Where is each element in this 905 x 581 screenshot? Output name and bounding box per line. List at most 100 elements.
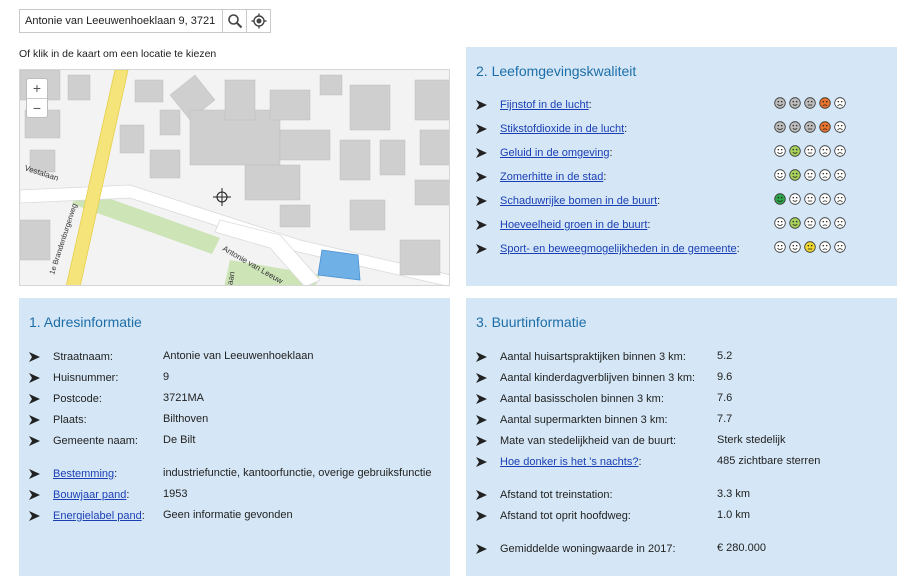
adres-row: Gemeente naam: De Bilt: [29, 434, 449, 448]
map-view[interactable]: Vestalaan 1e Brandenburgerweg Antonie va…: [19, 69, 450, 286]
buurt-value: 3.3 km: [717, 488, 751, 500]
adres-value: industriefunctie, kantoorfunctie, overig…: [163, 467, 432, 479]
adres-row: Bestemming: industriefunctie, kantoorfunc…: [29, 467, 449, 481]
buurt-label: Mate van stedelijkheid van de buurt:: [500, 435, 677, 447]
quality-rating: [774, 145, 846, 157]
leefomgeving-item: Stikstofdioxide in de lucht:: [476, 121, 887, 136]
adres-link[interactable]: Energielabel pand: [53, 510, 142, 522]
arrow-bullet-icon: [476, 394, 487, 404]
adres-value: 9: [163, 371, 170, 383]
adres-row: Postcode: 3721MA: [29, 392, 449, 406]
leefomgeving-link[interactable]: Zomerhitte in de stad: [500, 171, 603, 183]
buurt-label: Gemiddelde woningwaarde in 2017:: [500, 543, 676, 555]
arrow-bullet-icon: [476, 244, 487, 254]
smiley-0-icon: [774, 121, 786, 133]
smiley-0-icon: [774, 217, 786, 229]
smiley-1-icon: [789, 145, 801, 157]
leefomgeving-link[interactable]: Geluid in de omgeving: [500, 147, 609, 159]
quality-rating: [774, 121, 846, 133]
leefomgeving-link[interactable]: Schaduwrijke bomen in de buurt: [500, 195, 657, 207]
adres-label: Huisnummer:: [53, 372, 119, 384]
leefomgeving-link[interactable]: Hoeveelheid groen in de buurt: [500, 219, 647, 231]
adres-value: Antonie van Leeuwenhoeklaan: [163, 350, 314, 362]
smiley-4-icon: [834, 97, 846, 109]
buurt-value: 1.0 km: [717, 509, 751, 521]
buurt-value: 5.2: [717, 350, 733, 362]
adresinformatie-panel: 1. Adresinformatie Straatnaam: Antonie va…: [19, 298, 450, 576]
map-zoom-control: + −: [26, 78, 48, 118]
smiley-4-icon: [834, 241, 846, 253]
arrow-bullet-icon: [29, 373, 40, 383]
search-button[interactable]: [222, 10, 246, 32]
smiley-2-icon: [804, 241, 816, 253]
buurt-label: Aantal huisartspraktijken binnen 3 km:: [500, 351, 686, 363]
adres-value: Bilthoven: [163, 413, 209, 425]
smiley-2-icon: [804, 145, 816, 157]
arrow-bullet-icon: [476, 511, 487, 521]
quality-rating: [774, 217, 846, 229]
smiley-2-icon: [804, 217, 816, 229]
arrow-bullet-icon: [29, 469, 40, 479]
locate-button[interactable]: [246, 10, 270, 32]
arrow-bullet-icon: [476, 352, 487, 362]
smiley-1-icon: [789, 217, 801, 229]
smiley-4-icon: [834, 217, 846, 229]
arrow-bullet-icon: [476, 436, 487, 446]
arrow-bullet-icon: [29, 394, 40, 404]
quality-rating: [774, 97, 846, 109]
smiley-3-icon: [819, 217, 831, 229]
leefomgeving-link[interactable]: Fijnstof in de lucht: [500, 99, 589, 111]
leefomgeving-item: Hoeveelheid groen in de buurt:: [476, 217, 887, 232]
address-search-input[interactable]: [20, 10, 222, 32]
leefomgeving-link[interactable]: Stikstofdioxide in de lucht: [500, 123, 624, 135]
quality-rating: [774, 193, 846, 205]
search-icon: [227, 14, 242, 29]
smiley-1-icon: [789, 193, 801, 205]
buurt-value: € 280.000: [717, 542, 766, 554]
buurt-value: 9.6: [717, 371, 733, 383]
adres-row: Straatnaam: Antonie van Leeuwenhoeklaan: [29, 350, 449, 364]
adres-row: Energielabel pand: Geen informatie gevond…: [29, 509, 449, 523]
address-search-bar: [19, 9, 271, 33]
adresinformatie-title: 1. Adresinformatie: [29, 314, 142, 330]
adres-row: Bouwjaar pand: 1953: [29, 488, 449, 502]
zoom-in-button[interactable]: +: [27, 79, 47, 98]
smiley-1-icon: [789, 97, 801, 109]
buurt-link[interactable]: Hoe donker is het 's nachts?: [500, 456, 638, 468]
smiley-4-icon: [834, 145, 846, 157]
buurtinformatie-title: 3. Buurtinformatie: [476, 314, 587, 330]
buurt-row: Gemiddelde woningwaarde in 2017: € 280.00…: [476, 542, 887, 556]
smiley-2-icon: [804, 193, 816, 205]
buurt-row: Aantal huisartspraktijken binnen 3 km: 5.…: [476, 350, 887, 364]
leefomgeving-item: Schaduwrijke bomen in de buurt:: [476, 193, 887, 208]
arrow-bullet-icon: [476, 100, 487, 110]
smiley-0-icon: [774, 193, 786, 205]
smiley-3-icon: [819, 193, 831, 205]
leefomgeving-item: Fijnstof in de lucht:: [476, 97, 887, 112]
adres-row: Huisnummer: 9: [29, 371, 449, 385]
smiley-4-icon: [834, 121, 846, 133]
arrow-bullet-icon: [476, 172, 487, 182]
leefomgeving-item: Zomerhitte in de stad:: [476, 169, 887, 184]
map-tiles: Vestalaan 1e Brandenburgerweg Antonie va…: [20, 70, 449, 285]
adres-link[interactable]: Bouwjaar pand: [53, 489, 126, 501]
adres-value: Geen informatie gevonden: [163, 509, 293, 521]
adres-link[interactable]: Bestemming: [53, 468, 114, 480]
smiley-0-icon: [774, 241, 786, 253]
smiley-4-icon: [834, 193, 846, 205]
leefomgeving-panel: 2. Leefomgevingskwaliteit Fijnstof in de…: [466, 47, 897, 286]
arrow-bullet-icon: [29, 490, 40, 500]
buurt-label: Aantal kinderdagverblijven binnen 3 km:: [500, 372, 696, 384]
buurt-label: Afstand tot treinstation:: [500, 489, 613, 501]
adres-label: Plaats:: [53, 414, 87, 426]
zoom-out-button[interactable]: −: [27, 98, 47, 117]
arrow-bullet-icon: [476, 373, 487, 383]
arrow-bullet-icon: [476, 220, 487, 230]
adres-label: Postcode:: [53, 393, 102, 405]
arrow-bullet-icon: [29, 352, 40, 362]
buurt-label: Aantal supermarkten binnen 3 km:: [500, 414, 668, 426]
arrow-bullet-icon: [476, 124, 487, 134]
leefomgeving-link[interactable]: Sport- en beweegmogelijkheden in de geme…: [500, 243, 737, 255]
smiley-4-icon: [834, 169, 846, 181]
leefomgeving-title: 2. Leefomgevingskwaliteit: [476, 63, 637, 79]
